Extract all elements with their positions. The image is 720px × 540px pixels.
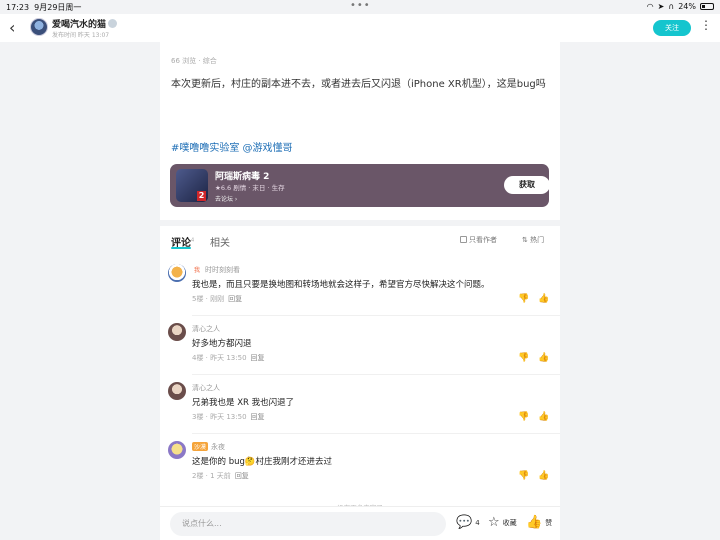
checkbox-icon	[460, 236, 467, 243]
comment-avatar[interactable]	[168, 382, 186, 400]
dislike-icon[interactable]: 👎	[518, 471, 529, 481]
wifi-icon: ◠	[646, 2, 654, 11]
location-icon: ➤	[657, 2, 665, 11]
sort-icon: ⇅	[522, 236, 528, 244]
like-post-button[interactable]: 👍 赞	[526, 515, 552, 530]
comment-meta: 4楼 · 昨天 13:50 回复	[192, 354, 265, 362]
reply-button[interactable]: 回复	[251, 354, 265, 362]
comment-icon: 💬	[456, 515, 473, 530]
comment-meta: 5楼 · 刚刚 回复	[192, 295, 243, 303]
comment-user[interactable]: 清心之人	[192, 383, 220, 393]
comment-user[interactable]: 清心之人	[192, 324, 220, 334]
comment-item: 沙漠 永夜 这是你的 bug🤔村庄我刚才还进去过 2楼 · 1 天前 回复 👎 👍	[160, 441, 560, 499]
thumbs-up-icon: 👍	[526, 515, 543, 530]
like-icon[interactable]: 👍	[538, 294, 549, 304]
bottom-action-bar: 说点什么... 💬 4 ☆ 收藏 👍 赞	[160, 506, 560, 540]
game-forum-link[interactable]: 去论坛 ›	[215, 194, 237, 203]
status-bar: 17:23 9月29日周一 ••• ◠ ➤ ∩ 24%	[0, 0, 720, 14]
multitask-dots-icon[interactable]: •••	[350, 0, 371, 11]
reply-button[interactable]: 回复	[228, 295, 242, 303]
only-author-toggle[interactable]: 只看作者	[460, 235, 497, 245]
comment-button[interactable]: 💬 4	[456, 515, 480, 530]
battery-percent: 24%	[678, 2, 696, 11]
comment-item: 清心之人 好多地方都闪退 4楼 · 昨天 13:50 回复 👎 👍	[160, 323, 560, 381]
battery-icon	[700, 3, 714, 10]
tab-active-indicator	[171, 247, 191, 249]
comment-avatar[interactable]	[168, 264, 186, 282]
comment-item: 清心之人 兄弟我也是 XR 我也闪退了 3楼 · 昨天 13:50 回复 👎 👍	[160, 382, 560, 440]
comment-text: 好多地方都闪退	[192, 339, 252, 349]
view-count: 66 浏览 · 综合	[171, 57, 217, 65]
verified-icon	[108, 19, 118, 28]
divider	[192, 374, 560, 375]
status-time: 17:23 9月29日周一	[6, 3, 82, 12]
comment-meta: 2楼 · 1 天前 回复	[192, 472, 249, 480]
comment-avatar[interactable]	[168, 441, 186, 459]
comment-meta: 3楼 · 昨天 13:50 回复	[192, 413, 265, 421]
post-time: 发布时间 昨天 13:07	[52, 32, 110, 39]
section-divider	[160, 220, 560, 226]
dislike-icon[interactable]: 👎	[518, 353, 529, 363]
dislike-icon[interactable]: 👎	[518, 412, 529, 422]
back-icon[interactable]: ‹	[9, 18, 15, 37]
top-nav-bar: ‹ 爱喝汽水的猫 发布时间 昨天 13:07 关注 ⋮	[0, 14, 720, 42]
favorite-icon: ☆	[488, 515, 500, 530]
game-icon	[176, 169, 208, 202]
get-game-button[interactable]: 获取	[504, 176, 550, 194]
headphones-icon: ∩	[668, 2, 675, 11]
comment-text: 我也是，而且只要是换地图和转场地就会这样子，希望官方尽快解决这个问题。	[192, 280, 490, 290]
game-card[interactable]: 阿瑞斯病毒 2 ★6.6 剧情 · 末日 · 生存 去论坛 › 获取	[170, 164, 550, 207]
like-icon[interactable]: 👍	[538, 471, 549, 481]
comment-text: 这是你的 bug🤔村庄我刚才还进去过	[192, 457, 332, 467]
comment-item: 我时时刻刻看 我也是，而且只要是换地图和转场地就会这样子，希望官方尽快解决这个问…	[160, 264, 560, 322]
divider	[192, 315, 560, 316]
comment-user[interactable]: 我时时刻刻看	[192, 265, 240, 275]
more-icon[interactable]: ⋮	[700, 18, 712, 32]
game-rating-tags: ★6.6 剧情 · 末日 · 生存	[215, 184, 285, 192]
post-body: 本次更新后，村庄的副本进不去，或者进去后又闪退（iPhone XR机型），这是b…	[171, 79, 546, 90]
sort-hot-button[interactable]: ⇅ 热门	[522, 235, 544, 245]
comment-count: 4	[191, 237, 195, 244]
comment-input[interactable]: 说点什么...	[170, 512, 446, 536]
post-tags[interactable]: #噗噜噜实验室 @游戏懂哥	[171, 139, 293, 154]
post-panel: 66 浏览 · 综合 本次更新后，村庄的副本进不去，或者进去后又闪退（iPhon…	[160, 42, 560, 540]
comment-user[interactable]: 沙漠 永夜	[192, 442, 225, 452]
reply-button[interactable]: 回复	[251, 413, 265, 421]
reply-button[interactable]: 回复	[235, 472, 249, 480]
favorite-button[interactable]: ☆ 收藏	[488, 515, 517, 530]
divider	[192, 433, 560, 434]
comment-text: 兄弟我也是 XR 我也闪退了	[192, 398, 295, 408]
like-icon[interactable]: 👍	[538, 353, 549, 363]
like-icon[interactable]: 👍	[538, 412, 549, 422]
dislike-icon[interactable]: 👎	[518, 294, 529, 304]
author-name[interactable]: 爱喝汽水的猫	[52, 17, 118, 30]
author-avatar[interactable]	[30, 18, 48, 36]
game-name: 阿瑞斯病毒 2	[215, 172, 270, 182]
comment-avatar[interactable]	[168, 323, 186, 341]
follow-button[interactable]: 关注	[653, 20, 691, 36]
tab-related[interactable]: 相关	[210, 234, 230, 249]
